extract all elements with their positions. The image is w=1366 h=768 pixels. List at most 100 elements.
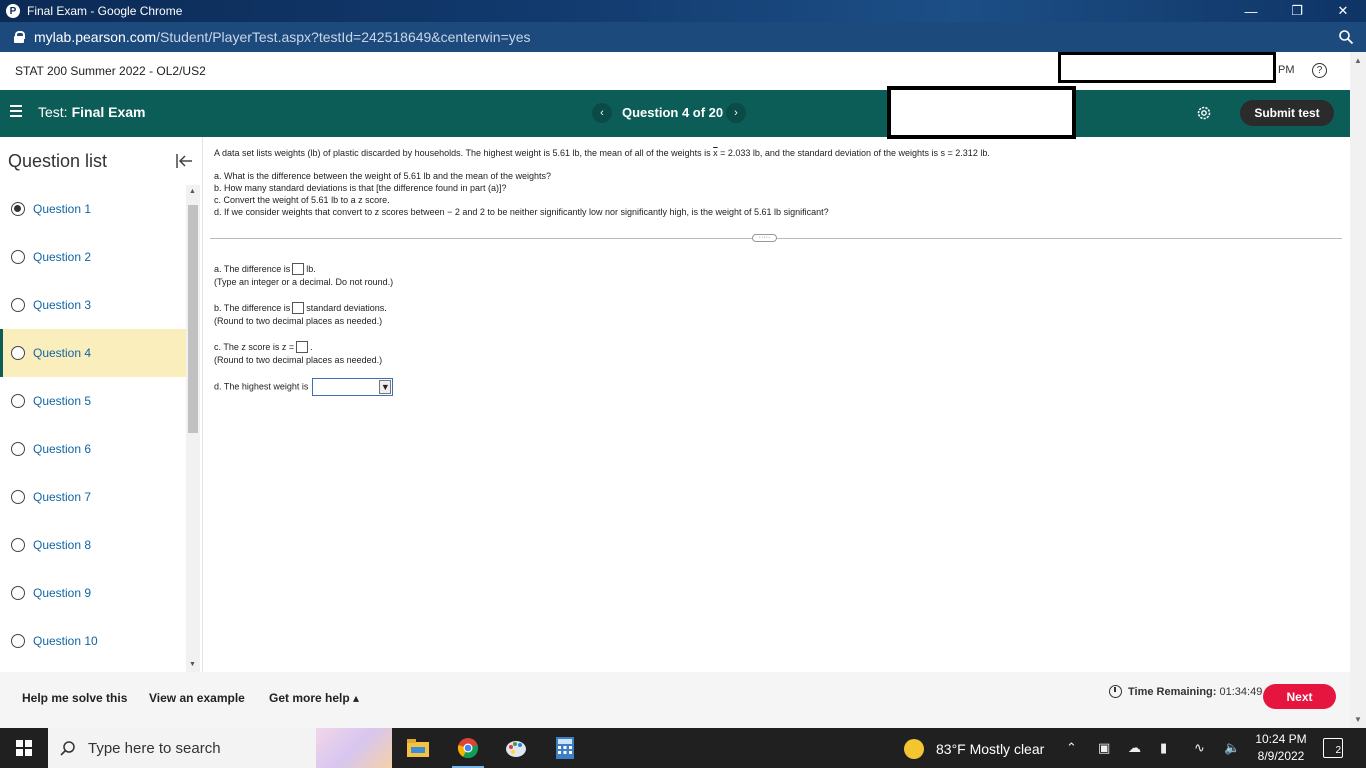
unanswered-radio-icon (11, 394, 25, 408)
answer-c: c. The z score is z =. (Round to two dec… (214, 341, 383, 365)
scroll-up-icon[interactable]: ▲ (189, 188, 196, 195)
redacted-box (887, 86, 1076, 139)
taskbar-clock[interactable]: 10:24 PM 8/9/2022 (1240, 731, 1322, 765)
volume-icon[interactable]: 🔈 (1224, 740, 1240, 756)
restore-icon[interactable]: ❐ (1274, 0, 1320, 22)
question-list: Question 1 Question 2 Question 3 Questio… (0, 185, 186, 672)
scrollbar-thumb[interactable] (188, 205, 198, 433)
question-list-item[interactable]: Question 8 (0, 521, 186, 569)
course-name: STAT 200 Summer 2022 - OL2/US2 (15, 64, 206, 78)
unanswered-radio-icon (11, 250, 25, 264)
unanswered-radio-icon (11, 298, 25, 312)
question-list-item[interactable]: Question 2 (0, 233, 186, 281)
answer-b-input[interactable] (292, 302, 305, 314)
browser-titlebar: P Final Exam - Google Chrome — ❐ ✕ (0, 0, 1366, 22)
clock-fragment: PM (1278, 64, 1295, 76)
question-part-d: d. If we consider weights that convert t… (214, 207, 829, 217)
help-icon[interactable]: ? (1312, 63, 1327, 78)
minimize-icon[interactable]: — (1228, 0, 1274, 22)
question-list-scrollbar[interactable]: ▲ ▼ (186, 185, 200, 672)
weather-moon-icon (904, 739, 924, 759)
windows-start-icon[interactable] (0, 728, 48, 768)
answer-a-input[interactable] (292, 263, 305, 275)
chrome-icon[interactable] (444, 728, 492, 768)
time-remaining: Time Remaining: 01:34:49 (1109, 685, 1262, 698)
address-bar[interactable]: mylab.pearson.com/Student/PlayerTest.asp… (0, 22, 1366, 52)
gear-icon[interactable] (1196, 105, 1212, 121)
answer-a: a. The difference is lb. (Type an integer… (214, 263, 394, 287)
next-button[interactable]: Next (1263, 684, 1336, 709)
scroll-down-icon[interactable]: ▼ (1354, 715, 1362, 724)
course-header: STAT 200 Summer 2022 - OL2/US2 PM ? (0, 52, 1350, 90)
question-parts: a. What is the difference between the we… (214, 170, 829, 218)
hamburger-menu-icon[interactable] (10, 105, 22, 117)
url-text[interactable]: mylab.pearson.com/Student/PlayerTest.asp… (34, 29, 531, 45)
show-hidden-icons-icon[interactable]: ⌃ (1066, 740, 1077, 756)
pearson-favicon-icon: P (6, 4, 20, 18)
question-prompt: A data set lists weights (lb) of plastic… (214, 148, 990, 158)
question-list-item[interactable]: Question 10 (0, 617, 186, 665)
question-position: Question 4 of 20 (622, 105, 724, 120)
answer-c-input[interactable] (296, 341, 309, 353)
question-list-title: Question list (8, 151, 108, 171)
windows-taskbar: Type here to search 83°F Mostly clear ⌃ … (0, 728, 1366, 768)
paint-icon[interactable] (492, 728, 540, 768)
question-part-c: c. Convert the weight of 5.61 lb to a z … (214, 195, 390, 205)
answer-d: d. The highest weight is ▼ (214, 378, 394, 396)
redacted-box (1058, 52, 1276, 83)
unanswered-radio-icon (11, 538, 25, 552)
meet-now-icon[interactable]: ▣ (1098, 740, 1110, 756)
test-header: Test: Final Exam ‹ Question 4 of 20 › Sub… (0, 86, 1350, 139)
page-scrollbar[interactable]: ▲ ▼ (1350, 52, 1366, 728)
answer-a-hint: (Type an integer or a decimal. Do not ro… (214, 277, 394, 287)
question-list-panel: Question list Question 1 Question 2 Ques… (0, 137, 203, 672)
lock-icon (14, 31, 25, 43)
help-me-solve-this-link[interactable]: Help me solve this (22, 691, 127, 705)
expand-collapse-handle[interactable]: ····· (752, 234, 777, 242)
question-list-item[interactable]: Question 1 (0, 185, 186, 233)
question-list-item-current[interactable]: Question 4 (0, 329, 186, 377)
dropdown-caret-icon[interactable]: ▼ (379, 380, 392, 394)
wifi-icon[interactable]: ∿ (1194, 740, 1205, 756)
unanswered-radio-icon (11, 346, 25, 360)
cloud-sync-icon[interactable]: ☁ (1128, 740, 1141, 756)
next-question-arrow-button[interactable]: › (726, 103, 746, 123)
answer-b-hint: (Round to two decimal places as needed.) (214, 316, 383, 326)
notifications-icon[interactable]: 2 (1323, 738, 1343, 758)
zoom-icon[interactable] (1338, 29, 1354, 45)
unanswered-radio-icon (11, 442, 25, 456)
previous-question-button[interactable]: ‹ (592, 103, 612, 123)
question-list-item[interactable]: Question 7 (0, 473, 186, 521)
view-an-example-link[interactable]: View an example (149, 691, 245, 705)
collapse-panel-icon[interactable] (175, 153, 193, 169)
question-area: A data set lists weights (lb) of plastic… (209, 137, 1344, 672)
unanswered-radio-icon (11, 586, 25, 600)
answered-radio-icon (11, 202, 25, 216)
submit-test-button[interactable]: Submit test (1240, 100, 1334, 126)
answer-b: b. The difference is standard deviations.… (214, 302, 387, 326)
question-list-item[interactable]: Question 6 (0, 425, 186, 473)
question-list-item[interactable]: Question 3 (0, 281, 186, 329)
file-explorer-icon[interactable] (394, 728, 442, 768)
calculator-icon[interactable] (541, 728, 589, 768)
close-icon[interactable]: ✕ (1320, 0, 1366, 22)
scroll-down-icon[interactable]: ▼ (189, 661, 196, 668)
question-list-item[interactable]: Question 9 (0, 569, 186, 617)
unanswered-radio-icon (11, 490, 25, 504)
answer-d-dropdown[interactable]: ▼ (312, 378, 394, 396)
search-icon (60, 741, 75, 756)
taskbar-search-box[interactable]: Type here to search (48, 728, 392, 768)
unanswered-radio-icon (11, 634, 25, 648)
question-list-item[interactable]: Question 5 (0, 377, 186, 425)
scroll-up-icon[interactable]: ▲ (1354, 56, 1362, 65)
question-part-b: b. How many standard deviations is that … (214, 183, 507, 193)
search-highlight-art (316, 728, 392, 768)
footer-toolbar: Help me solve this View an example Get m… (0, 672, 1350, 728)
test-title: Test: Final Exam (38, 104, 146, 120)
get-more-help-link[interactable]: Get more help ▴ (269, 691, 359, 705)
battery-icon[interactable]: ▮ (1160, 740, 1167, 756)
question-part-a: a. What is the difference between the we… (214, 171, 552, 181)
weather-widget[interactable]: 83°F Mostly clear (904, 739, 1044, 759)
clock-icon (1109, 685, 1122, 698)
answer-c-hint: (Round to two decimal places as needed.) (214, 355, 383, 365)
